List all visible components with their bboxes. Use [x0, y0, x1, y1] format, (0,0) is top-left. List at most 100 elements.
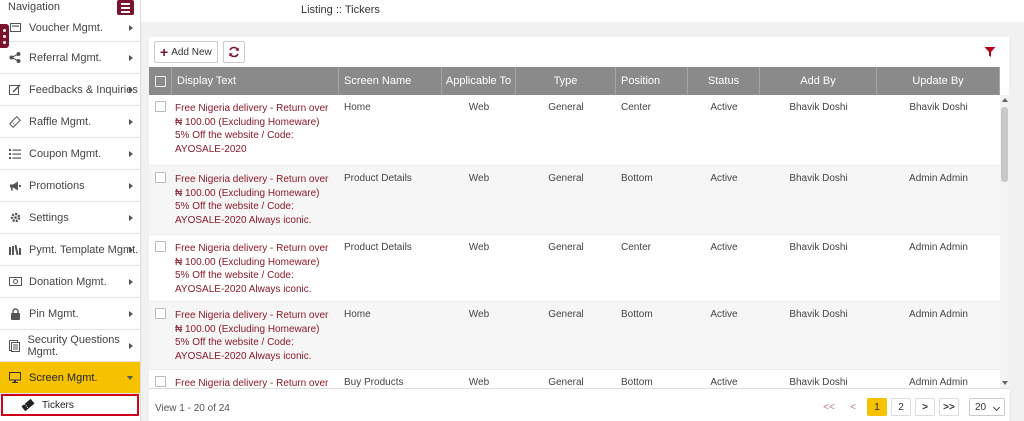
- sidebar-item-raffle[interactable]: Raffle Mgmt.: [0, 106, 140, 138]
- nav-title: Navigation: [8, 1, 60, 13]
- listing-panel: + Add New Display Text Screen Name Appli…: [149, 37, 1009, 421]
- row-checkbox[interactable]: [155, 241, 166, 252]
- column-screen-name[interactable]: Screen Name: [339, 67, 442, 95]
- row-checkbox[interactable]: [155, 308, 166, 319]
- sidebar-item-label: Voucher Mgmt.: [29, 21, 103, 34]
- table-row[interactable]: Free Nigeria delivery - Return over ₦ 10…: [149, 235, 1000, 302]
- sidebar-item-label: Pin Mgmt.: [29, 307, 79, 320]
- cell-update-by: Admin Admin: [909, 377, 968, 388]
- table-row[interactable]: Free Nigeria delivery - Return over ₦ 10…: [149, 166, 1000, 235]
- view-info: View 1 - 20 of 24: [155, 403, 230, 414]
- ticket-icon: [8, 115, 22, 128]
- sidebar-item-pymt-template[interactable]: Pymt. Template Mgmt.: [0, 234, 140, 266]
- sidebar-item-donation[interactable]: Donation Mgmt.: [0, 266, 140, 298]
- cell-screen-name: Buy Products: [344, 377, 404, 388]
- cell-applicable-to: Web: [468, 242, 490, 253]
- chevron-right-icon: [129, 310, 133, 317]
- sidebar-item-label: Promotions: [29, 179, 85, 192]
- cell-status: Active: [710, 102, 738, 113]
- sidebar-item-label: Security Questions Mgmt.: [27, 333, 120, 358]
- column-update-by[interactable]: Update By: [877, 67, 1000, 95]
- cell-update-by: Admin Admin: [909, 242, 968, 253]
- column-applicable-to[interactable]: Applicable To: [442, 67, 516, 95]
- list-icon: [8, 148, 22, 159]
- table-body: Free Nigeria delivery - Return over ₦ 10…: [149, 95, 1000, 388]
- chevron-right-icon: [129, 246, 133, 253]
- pagination: << < 1 2 > >> 20: [819, 398, 1005, 416]
- row-checkbox-cell: [149, 166, 172, 234]
- plus-icon: +: [160, 44, 169, 60]
- per-page-select[interactable]: 20: [969, 398, 1005, 416]
- chevron-right-icon: [129, 86, 133, 93]
- cell-screen-name: Product Details: [344, 242, 412, 253]
- money-icon: [8, 277, 22, 286]
- nav-list: Voucher Mgmt. Referral Mgmt. Feedbacks &…: [0, 14, 140, 416]
- next-page-button[interactable]: >: [915, 398, 935, 416]
- refresh-button[interactable]: [223, 41, 245, 63]
- select-all-checkbox[interactable]: [154, 75, 166, 87]
- last-page-button[interactable]: >>: [939, 398, 959, 416]
- breadcrumb: Listing :: Tickers: [301, 4, 380, 16]
- chevron-right-icon: [129, 54, 133, 61]
- cell-display-text: Free Nigeria delivery - Return over ₦ 10…: [175, 103, 329, 155]
- cell-status: Active: [710, 242, 738, 253]
- cell-screen-name: Product Details: [344, 173, 412, 184]
- sidebar-item-label: Screen Mgmt.: [29, 371, 98, 384]
- row-checkbox-cell: [149, 95, 172, 165]
- bank-icon: [8, 244, 22, 255]
- gear-icon: [8, 212, 22, 223]
- scroll-thumb[interactable]: [1001, 107, 1008, 182]
- sidebar-item-screen[interactable]: Screen Mgmt.: [0, 362, 140, 394]
- sidebar-item-settings[interactable]: Settings: [0, 202, 140, 234]
- column-position[interactable]: Position: [616, 67, 688, 95]
- sidebar-item-promotions[interactable]: Promotions: [0, 170, 140, 202]
- cell-applicable-to: Web: [468, 173, 490, 184]
- monitor-icon: [8, 372, 22, 383]
- cell-position: Bottom: [621, 173, 653, 184]
- row-checkbox[interactable]: [155, 376, 166, 387]
- table-scrollbar[interactable]: [1000, 95, 1009, 388]
- column-type[interactable]: Type: [516, 67, 616, 95]
- refresh-icon: [229, 46, 239, 58]
- row-checkbox-cell: [149, 302, 172, 369]
- scroll-up-icon[interactable]: [1002, 98, 1008, 102]
- cell-update-by: Bhavik Doshi: [909, 102, 968, 113]
- column-display-text[interactable]: Display Text: [172, 67, 339, 95]
- sidebar-item-feedbacks[interactable]: Feedbacks & Inquiries: [0, 74, 140, 106]
- chevron-right-icon: [129, 182, 133, 189]
- filter-button[interactable]: [983, 45, 997, 59]
- sidebar-item-referral[interactable]: Referral Mgmt.: [0, 42, 140, 74]
- first-page-button[interactable]: <<: [819, 398, 839, 416]
- select-all-cell: [149, 67, 172, 95]
- page-2-button[interactable]: 2: [891, 398, 911, 416]
- cell-position: Center: [621, 102, 652, 113]
- table-row[interactable]: Free Nigeria delivery - Return over ₦ 10…: [149, 95, 1000, 166]
- table-row[interactable]: Free Nigeria delivery - Return over ₦ 10…: [149, 302, 1000, 370]
- cell-applicable-to: Web: [468, 377, 490, 388]
- share-icon: [8, 52, 22, 63]
- row-checkbox[interactable]: [155, 172, 166, 183]
- sidebar: Navigation Voucher Mgmt. Referral Mgmt. …: [0, 0, 141, 421]
- sidebar-subitem-tickers[interactable]: Tickers: [1, 394, 139, 416]
- sidebar-item-security-questions[interactable]: Security Questions Mgmt.: [0, 330, 140, 362]
- cell-add-by: Bhavik Doshi: [789, 173, 848, 184]
- sidebar-item-pin[interactable]: Pin Mgmt.: [0, 298, 140, 330]
- prev-page-button[interactable]: <: [843, 398, 863, 416]
- kebab-menu-icon[interactable]: [0, 24, 9, 48]
- page-1-button[interactable]: 1: [867, 398, 887, 416]
- column-add-by[interactable]: Add By: [760, 67, 877, 95]
- cell-update-by: Admin Admin: [909, 309, 968, 320]
- table-row[interactable]: Free Nigeria delivery - Return over ₦ Bu…: [149, 370, 1000, 388]
- add-new-button[interactable]: + Add New: [154, 41, 218, 63]
- chevron-right-icon: [129, 278, 133, 285]
- chevron-right-icon: [129, 24, 133, 31]
- column-status[interactable]: Status: [688, 67, 760, 95]
- cell-display-text: Free Nigeria delivery - Return over ₦ 10…: [175, 174, 329, 226]
- hamburger-menu-icon[interactable]: [117, 0, 134, 15]
- row-checkbox[interactable]: [155, 101, 166, 112]
- sidebar-item-coupon[interactable]: Coupon Mgmt.: [0, 138, 140, 170]
- voucher-icon: [8, 23, 22, 32]
- sidebar-item-voucher[interactable]: Voucher Mgmt.: [0, 14, 140, 42]
- scroll-down-icon[interactable]: [1002, 381, 1008, 385]
- table-footer: View 1 - 20 of 24 << < 1 2 > >> 20: [149, 388, 1009, 421]
